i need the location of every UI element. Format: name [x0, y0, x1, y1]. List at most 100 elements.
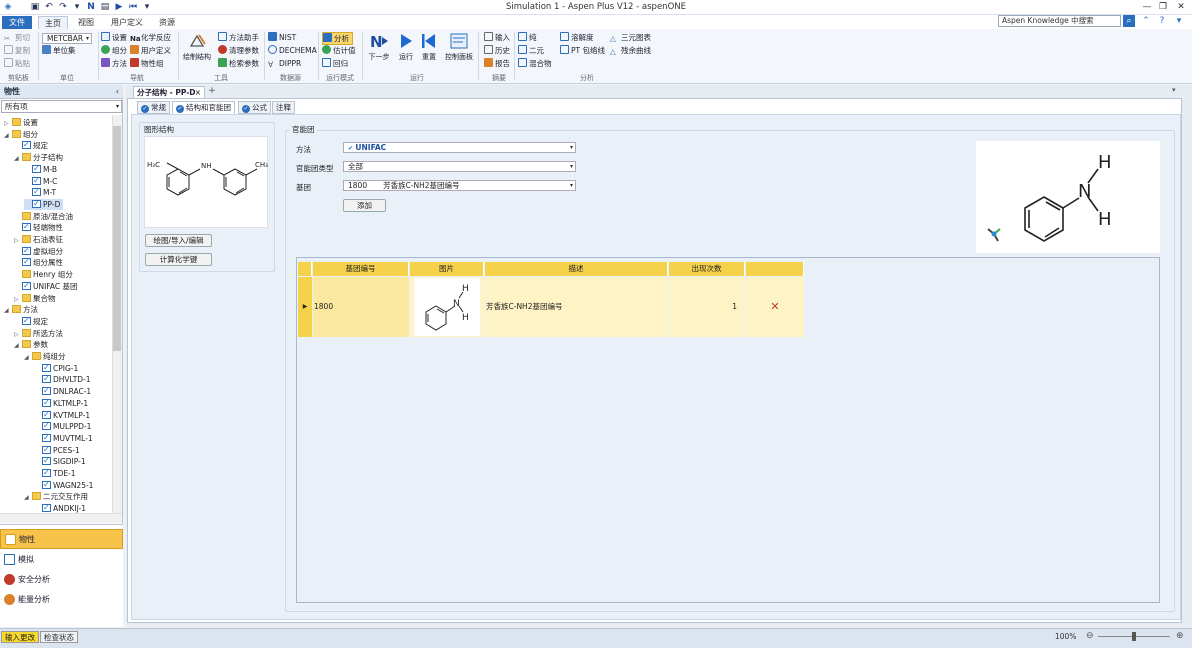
options-icon[interactable]: ▾: [1173, 15, 1185, 27]
history-button[interactable]: 历史: [484, 45, 510, 56]
draw-structure-button[interactable]: 绘制结构: [181, 32, 213, 62]
tree-item[interactable]: CPIG-1: [34, 362, 81, 374]
tree-expander-icon[interactable]: ▷: [4, 118, 12, 129]
menu-home[interactable]: 主页: [38, 16, 68, 29]
tree-scroll-thumb[interactable]: [113, 126, 121, 351]
chemistry-button[interactable]: Na化学反应: [130, 32, 171, 43]
tree-expander-icon[interactable]: ◢: [24, 492, 32, 503]
cut-button[interactable]: ✂ 剪切: [4, 32, 30, 43]
tree-item[interactable]: WAGN25-1: [34, 479, 96, 491]
method-select[interactable]: ✔ UNIFAC ▾: [343, 142, 576, 153]
setup-button[interactable]: 设置: [101, 32, 127, 43]
tree-item[interactable]: ◢ 二元交互作用: [24, 491, 91, 502]
tab-formula[interactable]: ✓ 公式: [238, 101, 271, 114]
report-button[interactable]: 报告: [484, 58, 510, 69]
table-row-description[interactable]: 芳香族C-NH2基团编号: [485, 277, 668, 337]
tree-item[interactable]: ANDKIJ-1: [34, 502, 89, 513]
tree-item[interactable]: ◢ 分子结构: [14, 152, 66, 163]
search-icon[interactable]: ⌕: [1123, 15, 1135, 27]
tree-item[interactable]: ◢ 组分: [4, 129, 41, 140]
tree-item[interactable]: UNIFAC 基团: [14, 280, 81, 292]
collapse-pane-icon[interactable]: ‹: [116, 85, 119, 99]
group-type-select[interactable]: 全部 ▾: [343, 161, 576, 172]
minimize-button[interactable]: —: [1140, 1, 1154, 13]
tree-expander-icon[interactable]: ▷: [14, 329, 22, 340]
zoom-slider-thumb[interactable]: [1132, 632, 1136, 641]
tree-item[interactable]: ▷ 聚合物: [14, 293, 59, 304]
tree-item[interactable]: M-T: [24, 186, 59, 198]
group-select[interactable]: 1800 芳香族C-NH2基团编号 ▾: [343, 180, 576, 191]
tree-item[interactable]: ▷ 所选方法: [14, 328, 66, 339]
regression-mode-button[interactable]: 回归: [322, 58, 348, 69]
unit-set-select[interactable]: METCBAR ▾: [42, 33, 92, 44]
tree-item[interactable]: 规定: [14, 139, 51, 151]
control-panel-button[interactable]: 控制面板: [442, 32, 476, 62]
properties-nav-button[interactable]: 物性: [0, 529, 123, 549]
simulation-nav-button[interactable]: 模拟: [0, 550, 123, 570]
safety-analysis-nav-button[interactable]: 安全分析: [0, 570, 123, 590]
tree-item[interactable]: 规定: [14, 315, 51, 327]
energy-analysis-nav-button[interactable]: 能量分析: [0, 590, 123, 610]
tree-item[interactable]: M-C: [24, 175, 60, 187]
property-sets-button[interactable]: 物性组: [130, 58, 164, 69]
tree-item[interactable]: KLTMLP-1: [34, 397, 91, 409]
collapse-ribbon-icon[interactable]: ⌃: [1140, 15, 1152, 27]
unit-sets-button[interactable]: 单位集: [42, 45, 76, 56]
tree-expander-icon[interactable]: ◢: [4, 130, 12, 141]
tree-item[interactable]: PCES-1: [34, 444, 83, 456]
binary-analysis-button[interactable]: 二元: [518, 45, 544, 56]
draw-import-edit-button[interactable]: 绘图/导入/编辑: [145, 234, 212, 247]
input-button[interactable]: 输入: [484, 32, 510, 43]
restore-button[interactable]: ❐: [1156, 1, 1170, 13]
tree-item[interactable]: MULPPD-1: [34, 420, 94, 432]
close-tab-icon[interactable]: ×: [195, 87, 201, 98]
tree-item[interactable]: SIGDIP-1: [34, 455, 89, 467]
add-group-button[interactable]: 添加: [343, 199, 386, 212]
tree-item[interactable]: TDE-1: [34, 467, 79, 479]
tree-item[interactable]: M-B: [24, 163, 60, 175]
tab-comments[interactable]: 注释: [272, 101, 295, 114]
tab-general[interactable]: ✓ 常规: [137, 101, 170, 114]
input-changed-status[interactable]: 输入更改: [1, 631, 39, 643]
tree-expander-icon[interactable]: ◢: [24, 352, 32, 363]
table-row-number[interactable]: 1800: [313, 277, 409, 337]
check-status-button[interactable]: 检查状态: [40, 631, 78, 643]
tab-menu-icon[interactable]: ▾: [1172, 86, 1176, 94]
menu-customize[interactable]: 用户定义: [105, 16, 149, 29]
dippr-button[interactable]: ∀ DIPPR: [268, 58, 301, 69]
tree-item[interactable]: ◢ 纯组分: [24, 351, 69, 362]
copy-button[interactable]: 复制: [4, 45, 30, 56]
next-button[interactable]: N 下一步: [366, 32, 392, 62]
tree-item[interactable]: PP-D: [24, 198, 64, 210]
calculate-bonds-button[interactable]: 计算化学键: [145, 253, 212, 266]
tree-expander-icon[interactable]: ◢: [4, 305, 12, 316]
tree-item[interactable]: Henry 组分: [14, 269, 76, 280]
solubility-button[interactable]: 溶解度: [560, 32, 594, 43]
tree-item[interactable]: 轻端物性: [14, 221, 66, 233]
table-row-count[interactable]: 1: [669, 277, 745, 337]
tree-item[interactable]: 组分属性: [14, 256, 66, 268]
run-button[interactable]: 运行: [396, 32, 416, 62]
tree-item[interactable]: ◢ 方法: [4, 304, 41, 315]
zoom-in-icon[interactable]: ⊕: [1176, 631, 1184, 641]
zoom-out-icon[interactable]: ⊖: [1086, 631, 1094, 641]
dechema-button[interactable]: DECHEMA: [268, 45, 317, 56]
delete-row-icon[interactable]: ✕: [746, 277, 804, 337]
tree-item[interactable]: 原油/混合油: [14, 211, 76, 222]
menu-resources[interactable]: 资源: [153, 16, 181, 29]
pure-analysis-button[interactable]: 纯: [518, 32, 537, 43]
tab-structure[interactable]: ✓ 结构和官能团: [172, 101, 235, 114]
tree-expander-icon[interactable]: ◢: [14, 153, 22, 164]
tree-filter-select[interactable]: 所有项 ▾: [1, 100, 122, 113]
knowledge-search-input[interactable]: Aspen Knowledge 中搜索: [998, 15, 1121, 27]
clean-parameters-button[interactable]: 清理参数: [218, 45, 259, 56]
nist-button[interactable]: NIST: [268, 32, 296, 43]
customize-button[interactable]: 用户定义: [130, 45, 171, 56]
tree-horizontal-scrollbar[interactable]: [0, 513, 122, 523]
methods-button[interactable]: 方法: [101, 58, 127, 69]
tree-expander-icon[interactable]: ▷: [14, 235, 22, 246]
tree-item[interactable]: ◢ 参数: [14, 339, 51, 350]
tree-item[interactable]: ▷ 石油表征: [14, 234, 66, 245]
tree-item[interactable]: DHVLTD-1: [34, 373, 94, 385]
row-selector-icon[interactable]: ▶: [298, 277, 312, 337]
